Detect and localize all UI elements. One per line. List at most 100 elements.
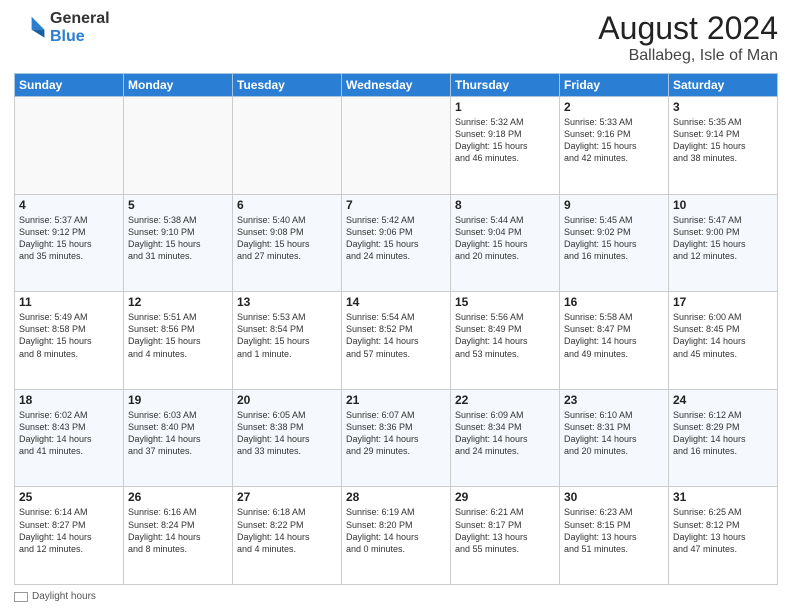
- logo-icon: [14, 12, 46, 44]
- calendar-cell: 31Sunrise: 6:25 AM Sunset: 8:12 PM Dayli…: [669, 487, 778, 585]
- day-info: Sunrise: 5:51 AM Sunset: 8:56 PM Dayligh…: [128, 311, 228, 360]
- calendar-cell: 21Sunrise: 6:07 AM Sunset: 8:36 PM Dayli…: [342, 389, 451, 487]
- day-info: Sunrise: 6:14 AM Sunset: 8:27 PM Dayligh…: [19, 506, 119, 555]
- day-info: Sunrise: 5:37 AM Sunset: 9:12 PM Dayligh…: [19, 214, 119, 263]
- page: General Blue August 2024 Ballabeg, Isle …: [0, 0, 792, 612]
- day-number: 9: [564, 198, 664, 212]
- day-number: 28: [346, 490, 446, 504]
- calendar-cell: 24 Sunrise: 6:12 AM Sunset: 8:29 PM Dayli…: [669, 389, 778, 487]
- logo-general: General: [50, 10, 110, 27]
- calendar-cell: 15Sunrise: 5:56 AM Sunset: 8:49 PM Dayli…: [451, 292, 560, 390]
- calendar-cell: 14 Sunrise: 5:54 AM Sunset: 8:52 PM Dayli…: [342, 292, 451, 390]
- title-block: August 2024 Ballabeg, Isle of Man: [598, 10, 778, 65]
- day-number: 7: [346, 198, 446, 212]
- day-number: 4: [19, 198, 119, 212]
- footer: Daylight hours: [14, 591, 778, 602]
- daylight-color-box: [14, 592, 28, 602]
- day-number: 16: [564, 295, 664, 309]
- calendar-cell: 13 Sunrise: 5:53 AM Sunset: 8:54 PM Dayli…: [233, 292, 342, 390]
- day-info: Sunrise: 6:23 AM Sunset: 8:15 PM Dayligh…: [564, 506, 664, 555]
- day-number: 29: [455, 490, 555, 504]
- day-number: 10: [673, 198, 773, 212]
- day-number: 26: [128, 490, 228, 504]
- calendar-cell: 12 Sunrise: 5:51 AM Sunset: 8:56 PM Dayli…: [124, 292, 233, 390]
- day-number: 25: [19, 490, 119, 504]
- calendar-week-row: 4 Sunrise: 5:37 AM Sunset: 9:12 PM Daylig…: [15, 194, 778, 292]
- calendar-cell: 5Sunrise: 5:38 AM Sunset: 9:10 PM Daylig…: [124, 194, 233, 292]
- day-info: Sunrise: 6:09 AM Sunset: 8:34 PM Dayligh…: [455, 409, 555, 458]
- day-number: 14: [346, 295, 446, 309]
- calendar-week-row: 11Sunrise: 5:49 AM Sunset: 8:58 PM Dayli…: [15, 292, 778, 390]
- day-info: Sunrise: 5:44 AM Sunset: 9:04 PM Dayligh…: [455, 214, 555, 263]
- calendar-cell: 17Sunrise: 6:00 AM Sunset: 8:45 PM Dayli…: [669, 292, 778, 390]
- day-number: 15: [455, 295, 555, 309]
- logo-text: General Blue: [50, 10, 110, 45]
- day-info: Sunrise: 5:42 AM Sunset: 9:06 PM Dayligh…: [346, 214, 446, 263]
- logo-blue: Blue: [50, 28, 85, 45]
- daylight-legend: Daylight hours: [14, 591, 96, 602]
- daylight-label: Daylight hours: [32, 591, 96, 602]
- calendar-day-header: Friday: [560, 74, 669, 97]
- calendar-cell: 8Sunrise: 5:44 AM Sunset: 9:04 PM Daylig…: [451, 194, 560, 292]
- day-number: 3: [673, 100, 773, 114]
- calendar-cell: 4 Sunrise: 5:37 AM Sunset: 9:12 PM Daylig…: [15, 194, 124, 292]
- calendar-cell: 16 Sunrise: 5:58 AM Sunset: 8:47 PM Dayli…: [560, 292, 669, 390]
- day-number: 11: [19, 295, 119, 309]
- calendar-cell: 2 Sunrise: 5:33 AM Sunset: 9:16 PM Daylig…: [560, 97, 669, 195]
- day-info: Sunrise: 5:33 AM Sunset: 9:16 PM Dayligh…: [564, 116, 664, 165]
- day-number: 20: [237, 393, 337, 407]
- calendar-table: SundayMondayTuesdayWednesdayThursdayFrid…: [14, 73, 778, 585]
- day-number: 24: [673, 393, 773, 407]
- day-info: Sunrise: 5:53 AM Sunset: 8:54 PM Dayligh…: [237, 311, 337, 360]
- header: General Blue August 2024 Ballabeg, Isle …: [14, 10, 778, 65]
- day-info: Sunrise: 5:58 AM Sunset: 8:47 PM Dayligh…: [564, 311, 664, 360]
- day-number: 23: [564, 393, 664, 407]
- calendar-day-header: Sunday: [15, 74, 124, 97]
- day-info: Sunrise: 5:32 AM Sunset: 9:18 PM Dayligh…: [455, 116, 555, 165]
- day-info: Sunrise: 5:38 AM Sunset: 9:10 PM Dayligh…: [128, 214, 228, 263]
- calendar-cell: 26Sunrise: 6:16 AM Sunset: 8:24 PM Dayli…: [124, 487, 233, 585]
- day-info: Sunrise: 6:02 AM Sunset: 8:43 PM Dayligh…: [19, 409, 119, 458]
- calendar-cell: 9Sunrise: 5:45 AM Sunset: 9:02 PM Daylig…: [560, 194, 669, 292]
- calendar-week-row: 18 Sunrise: 6:02 AM Sunset: 8:43 PM Dayli…: [15, 389, 778, 487]
- calendar-cell: 25 Sunrise: 6:14 AM Sunset: 8:27 PM Dayli…: [15, 487, 124, 585]
- calendar-day-header: Wednesday: [342, 74, 451, 97]
- calendar-cell: 19Sunrise: 6:03 AM Sunset: 8:40 PM Dayli…: [124, 389, 233, 487]
- day-info: Sunrise: 6:12 AM Sunset: 8:29 PM Dayligh…: [673, 409, 773, 458]
- calendar-cell: [15, 97, 124, 195]
- day-info: Sunrise: 6:10 AM Sunset: 8:31 PM Dayligh…: [564, 409, 664, 458]
- calendar-cell: 18 Sunrise: 6:02 AM Sunset: 8:43 PM Dayli…: [15, 389, 124, 487]
- day-number: 12: [128, 295, 228, 309]
- calendar-cell: 29 Sunrise: 6:21 AM Sunset: 8:17 PM Dayli…: [451, 487, 560, 585]
- calendar-day-header: Saturday: [669, 74, 778, 97]
- day-info: Sunrise: 6:03 AM Sunset: 8:40 PM Dayligh…: [128, 409, 228, 458]
- calendar-cell: 27 Sunrise: 6:18 AM Sunset: 8:22 PM Dayli…: [233, 487, 342, 585]
- day-info: Sunrise: 5:35 AM Sunset: 9:14 PM Dayligh…: [673, 116, 773, 165]
- day-number: 31: [673, 490, 773, 504]
- day-info: Sunrise: 6:07 AM Sunset: 8:36 PM Dayligh…: [346, 409, 446, 458]
- calendar-cell: 30 Sunrise: 6:23 AM Sunset: 8:15 PM Dayli…: [560, 487, 669, 585]
- day-number: 27: [237, 490, 337, 504]
- calendar-week-row: 1Sunrise: 5:32 AM Sunset: 9:18 PM Daylig…: [15, 97, 778, 195]
- day-number: 18: [19, 393, 119, 407]
- calendar-day-header: Tuesday: [233, 74, 342, 97]
- day-number: 6: [237, 198, 337, 212]
- day-info: Sunrise: 6:05 AM Sunset: 8:38 PM Dayligh…: [237, 409, 337, 458]
- calendar-cell: 7 Sunrise: 5:42 AM Sunset: 9:06 PM Daylig…: [342, 194, 451, 292]
- day-info: Sunrise: 6:21 AM Sunset: 8:17 PM Dayligh…: [455, 506, 555, 555]
- day-info: Sunrise: 5:54 AM Sunset: 8:52 PM Dayligh…: [346, 311, 446, 360]
- day-number: 2: [564, 100, 664, 114]
- calendar-cell: 11Sunrise: 5:49 AM Sunset: 8:58 PM Dayli…: [15, 292, 124, 390]
- day-info: Sunrise: 5:47 AM Sunset: 9:00 PM Dayligh…: [673, 214, 773, 263]
- calendar-day-header: Monday: [124, 74, 233, 97]
- day-info: Sunrise: 6:00 AM Sunset: 8:45 PM Dayligh…: [673, 311, 773, 360]
- day-number: 13: [237, 295, 337, 309]
- calendar-cell: 20 Sunrise: 6:05 AM Sunset: 8:38 PM Dayli…: [233, 389, 342, 487]
- calendar-cell: 22Sunrise: 6:09 AM Sunset: 8:34 PM Dayli…: [451, 389, 560, 487]
- calendar-cell: [124, 97, 233, 195]
- location: Ballabeg, Isle of Man: [598, 47, 778, 65]
- calendar-header-row: SundayMondayTuesdayWednesdayThursdayFrid…: [15, 74, 778, 97]
- day-number: 30: [564, 490, 664, 504]
- day-info: Sunrise: 6:18 AM Sunset: 8:22 PM Dayligh…: [237, 506, 337, 555]
- logo: General Blue: [14, 10, 110, 45]
